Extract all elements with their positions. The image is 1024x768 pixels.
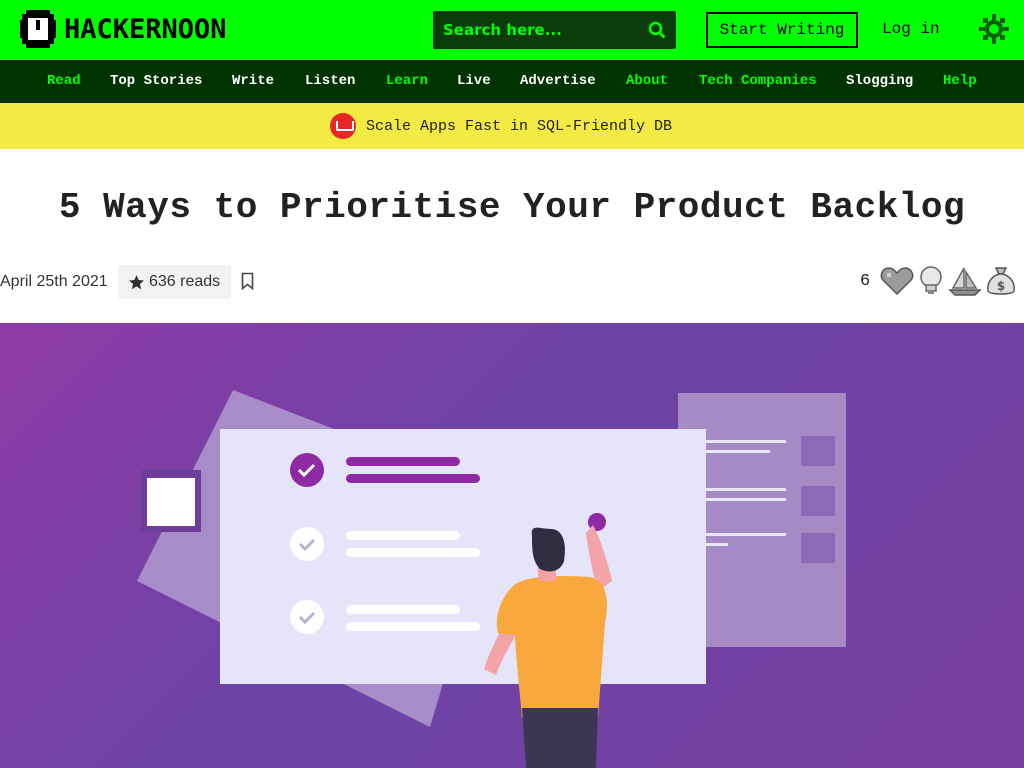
promo-banner[interactable]: Scale Apps Fast in SQL-Friendly DB: [0, 103, 1024, 149]
publish-date: April 25th 2021: [0, 273, 108, 290]
search-icon[interactable]: [648, 21, 666, 39]
bookmark-icon[interactable]: [241, 272, 254, 290]
nav-item-about[interactable]: About: [626, 73, 668, 89]
reads-badge: 636 reads: [118, 265, 231, 299]
start-writing-button[interactable]: Start Writing: [706, 12, 858, 48]
sun-icon[interactable]: [978, 13, 1010, 45]
money-bag-icon[interactable]: $: [984, 264, 1018, 298]
hero-illustration: [137, 390, 846, 768]
lightbulb-icon[interactable]: [914, 264, 948, 298]
star-icon: [129, 274, 144, 289]
article-title: 5 Ways to Prioritise Your Product Backlo…: [58, 187, 966, 228]
svg-text:$: $: [997, 279, 1005, 293]
boat-icon[interactable]: [948, 264, 982, 298]
login-link[interactable]: Log in: [882, 20, 940, 38]
promo-text[interactable]: Scale Apps Fast in SQL-Friendly DB: [366, 118, 672, 135]
nav-item-help[interactable]: Help: [943, 73, 977, 89]
nav-item-tech-companies[interactable]: Tech Companies: [699, 73, 817, 89]
nav-item-read[interactable]: Read: [47, 73, 81, 89]
search-input[interactable]: [433, 11, 633, 49]
logo[interactable]: HACKERNOON: [20, 10, 227, 48]
reads-count: 636 reads: [149, 273, 221, 290]
heart-icon[interactable]: [880, 264, 914, 298]
hero-image: [0, 323, 1024, 768]
logo-icon: [20, 10, 56, 48]
nav-item-write[interactable]: Write: [232, 73, 274, 89]
nav-item-learn[interactable]: Learn: [386, 73, 428, 89]
reaction-count: 6: [860, 272, 871, 291]
nav-item-top-stories[interactable]: Top Stories: [110, 73, 202, 89]
nav-bar: Read Top Stories Write Listen Learn Live…: [0, 60, 1024, 103]
search-box: [433, 11, 676, 49]
nav-item-listen[interactable]: Listen: [305, 73, 355, 89]
couchbase-icon: [330, 113, 356, 139]
nav-item-slogging[interactable]: Slogging: [846, 73, 913, 89]
logo-text: HACKERNOON: [64, 13, 227, 45]
nav-item-live[interactable]: Live: [457, 73, 491, 89]
nav-item-advertise[interactable]: Advertise: [520, 73, 596, 89]
top-bar: HACKERNOON Start Writing Log in: [0, 0, 1024, 60]
